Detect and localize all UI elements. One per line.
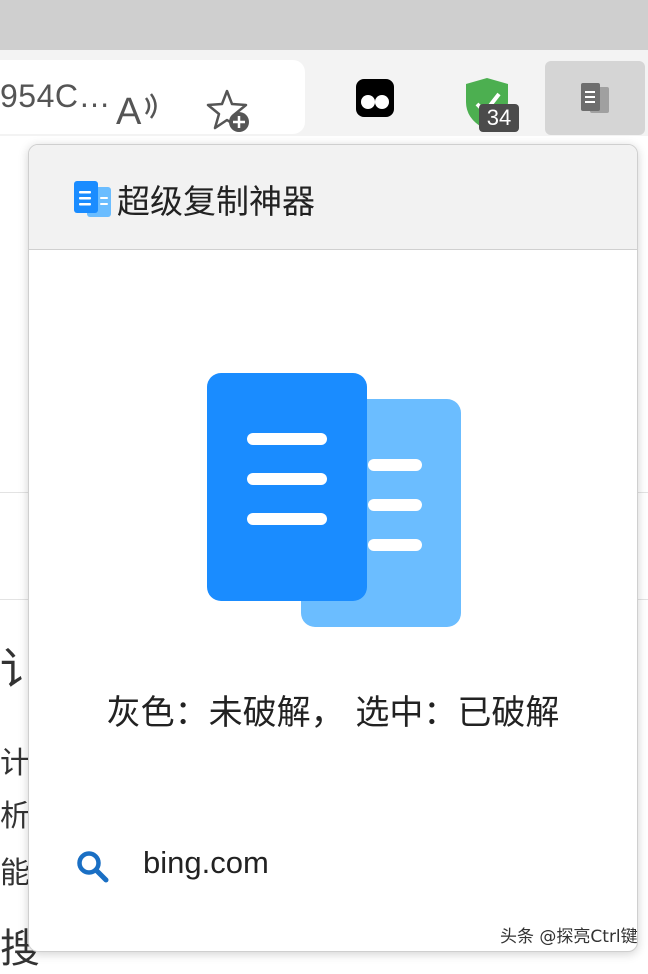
extension-popup: 超级复制神器 灰色：未破解， 选中：已破解 bing.com [28,144,638,952]
copy-extension-icon [581,83,609,113]
copy-extension-button[interactable] [545,61,645,135]
page-text: 析 [0,799,30,834]
page-text: 计 [0,746,30,781]
watermark: 头条 @探亮Ctrl键 [500,927,638,947]
page-text: 能 [0,856,30,891]
extension-badge-count: 34 [479,104,519,132]
address-text[interactable]: 954C… [0,78,111,115]
site-row[interactable]: bing.com [75,845,575,889]
window-title-strip [0,0,648,50]
crack-status-legend: 灰色：未破解， 选中：已破解 [106,693,560,733]
popup-header: 超级复制神器 [29,145,637,250]
search-icon [77,851,109,883]
favorite-add-icon[interactable] [206,88,252,134]
popup-title: 超级复制神器 [117,182,315,221]
site-link[interactable]: bing.com [143,845,269,881]
copy-tool-large-logo-icon [207,373,461,627]
copy-tool-logo-icon [74,181,111,217]
eyes-extension-icon[interactable] [355,78,395,118]
read-aloud-icon[interactable]: A [116,88,160,132]
svg-text:A: A [116,91,142,132]
address-bar[interactable]: 954C… A [0,60,305,134]
